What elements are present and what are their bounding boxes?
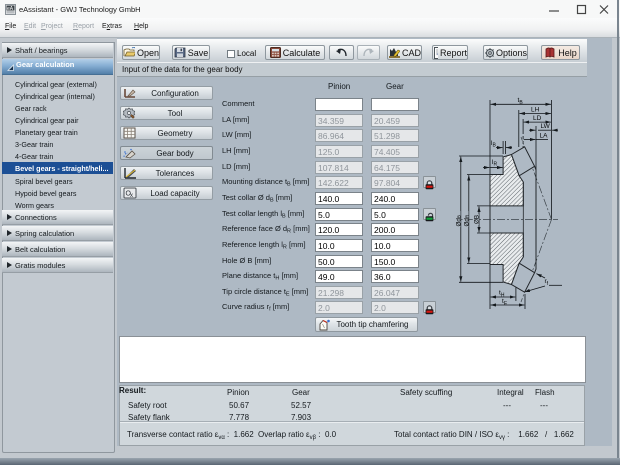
svg-text:tB: tB [518,97,524,106]
svg-text:tE: tE [502,298,508,307]
svg-text:LW: LW [541,123,551,130]
svg-text:ØdB: ØdB [455,215,462,226]
svg-text:LH: LH [531,107,540,114]
svg-text:x: x [130,193,133,199]
svg-text:lR: lR [492,159,497,168]
svg-text:LA: LA [540,133,549,140]
svg-text:ØdR: ØdR [463,214,470,226]
svg-text:LD: LD [533,115,542,122]
svg-text:lB: lB [491,140,496,149]
svg-text:ØB: ØB [474,215,481,224]
svg-text:rf: rf [545,278,549,287]
